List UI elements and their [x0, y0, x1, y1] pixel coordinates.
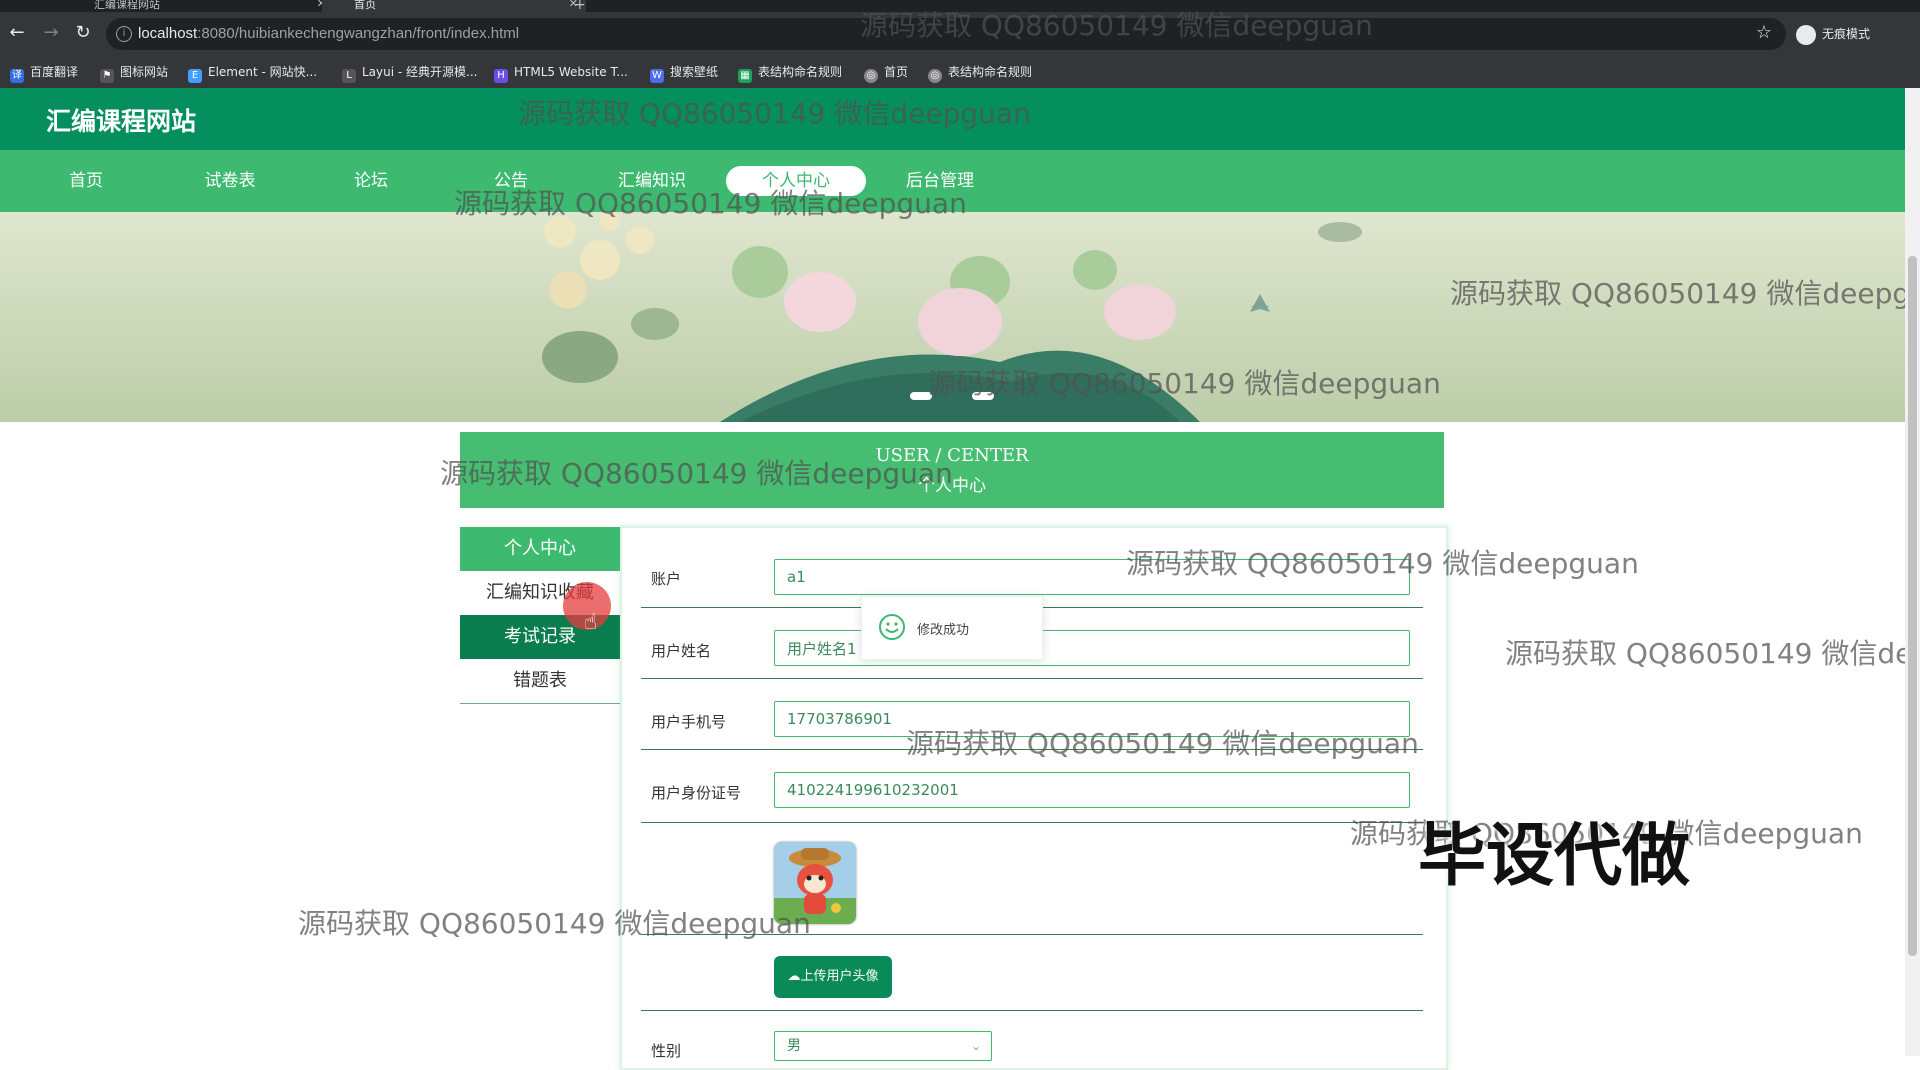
form-divider	[641, 1010, 1423, 1011]
tab-title: 首页	[354, 0, 376, 11]
form-divider	[641, 822, 1423, 823]
nav-admin[interactable]: 后台管理	[892, 166, 988, 196]
url-input[interactable]: i localhost:8080/huibiankechengwangzhan/…	[106, 18, 1786, 50]
bookmark-item[interactable]: ▦ 表结构命名规则	[738, 56, 842, 88]
bookmark-item[interactable]: L Layui - 经典开源模...	[342, 56, 477, 88]
bookmark-item[interactable]: ◎ 表结构命名规则	[928, 56, 1032, 88]
globe-icon: ◎	[928, 69, 942, 83]
reload-icon[interactable]: ↻	[72, 22, 94, 44]
user-center-title-en: USER / CENTER	[875, 445, 1029, 466]
toast-message: 修改成功	[917, 623, 970, 638]
element-icon: E	[188, 69, 202, 83]
user-center-title-cn: 个人中心	[918, 476, 986, 496]
tab-title: 汇编课程网站	[94, 0, 160, 11]
banner-carousel[interactable]	[0, 212, 1905, 422]
scrollbar-thumb[interactable]	[1908, 256, 1917, 956]
table-icon: ▦	[738, 69, 752, 83]
sidebar-item-user-center[interactable]: 个人中心	[460, 527, 620, 572]
phone-label: 用户手机号	[651, 713, 727, 731]
page-scrollbar[interactable]	[1905, 88, 1920, 1056]
html5-icon: H	[494, 69, 508, 83]
gender-label: 性别	[651, 1042, 682, 1060]
account-label: 账户	[651, 570, 682, 588]
promo-overlay-text: 毕设代做	[1418, 817, 1691, 896]
nav-home[interactable]: 首页	[40, 166, 132, 196]
wallpaper-icon: W	[650, 69, 664, 83]
hand-cursor-icon: ☝	[584, 610, 598, 635]
browser-tab-2[interactable]: 首页 ✕	[322, 0, 586, 12]
form-divider	[641, 678, 1423, 679]
bookmark-item[interactable]: W 搜索壁纸	[650, 56, 718, 88]
new-tab-icon[interactable]: +	[574, 0, 594, 12]
site-title: 汇编课程网站	[46, 107, 197, 136]
browser-tab-1[interactable]: 汇编课程网站 ✕	[80, 0, 334, 12]
nav-knowledge[interactable]: 汇编知识	[604, 166, 700, 196]
nav-exam-papers[interactable]: 试卷表	[184, 166, 276, 196]
bookmark-item[interactable]: E Element - 网站快...	[188, 56, 317, 88]
main-nav: 首页 试卷表 论坛 公告 汇编知识 个人中心 后台管理	[0, 150, 1905, 212]
incognito-label: 无痕模式	[1822, 27, 1871, 41]
site-header: 汇编课程网站	[0, 88, 1905, 150]
user-center-title-bar: USER / CENTER 个人中心	[460, 432, 1444, 508]
cloud-upload-icon: ☁	[787, 969, 801, 984]
banner-image	[0, 212, 1905, 422]
flag-icon: ⚑	[100, 69, 114, 83]
url-path: :8080/huibiankechengwangzhan/front/index…	[197, 25, 520, 42]
bookmark-item[interactable]: ⚑ 图标网站	[100, 56, 168, 88]
sidebar-item-wrong-questions[interactable]: 错题表	[460, 659, 620, 704]
forward-icon[interactable]: →	[40, 22, 62, 44]
bookmarks-bar: 译百度翻译 ⚑ 图标网站 E Element - 网站快... L Layui - 经…	[0, 56, 1920, 88]
carousel-dot[interactable]	[972, 392, 994, 400]
translate-icon: 译	[10, 69, 24, 83]
layui-icon: L	[342, 69, 356, 83]
success-toast: 修改成功	[861, 596, 1043, 660]
globe-icon: ◎	[864, 69, 878, 83]
star-icon[interactable]: ☆	[1756, 22, 1772, 43]
incognito-icon	[1796, 24, 1816, 45]
bookmark-item[interactable]: 译百度翻译	[10, 56, 78, 88]
watermark: 源码获取 QQ86050149 微信deepguan	[1505, 637, 1920, 670]
smile-icon	[879, 614, 905, 640]
upload-avatar-label: 上传用户头像	[800, 969, 879, 984]
nav-forum[interactable]: 论坛	[325, 166, 417, 196]
avatar	[774, 842, 856, 924]
phone-input[interactable]	[774, 701, 1410, 737]
incognito-indicator[interactable]: 无痕模式	[1796, 22, 1908, 46]
info-icon[interactable]: i	[116, 26, 132, 42]
upload-avatar-button[interactable]: ☁上传用户头像	[774, 956, 892, 998]
nav-user-center[interactable]: 个人中心	[726, 166, 866, 196]
form-divider	[641, 749, 1423, 750]
carousel-dot[interactable]	[910, 392, 932, 400]
name-label: 用户姓名	[651, 642, 712, 660]
bookmark-item[interactable]: H HTML5 Website T...	[494, 56, 628, 88]
nav-notice[interactable]: 公告	[465, 166, 557, 196]
back-icon[interactable]: ←	[6, 22, 28, 44]
form-divider	[641, 934, 1423, 935]
avatar-image	[774, 842, 856, 924]
gender-value: 男	[787, 1038, 801, 1054]
browser-tab-bar: 汇编课程网站 ✕ 首页 ✕ +	[0, 0, 1920, 12]
account-input[interactable]	[774, 559, 1410, 595]
address-bar: ← → ↻ i localhost:8080/huibiankechengwan…	[0, 12, 1920, 56]
bookmark-item[interactable]: ◎ 首页	[864, 56, 908, 88]
gender-select[interactable]: 男 ⌄	[774, 1031, 992, 1061]
idcard-input[interactable]	[774, 772, 1410, 808]
url-host: localhost	[138, 25, 198, 42]
idcard-label: 用户身份证号	[651, 784, 742, 802]
